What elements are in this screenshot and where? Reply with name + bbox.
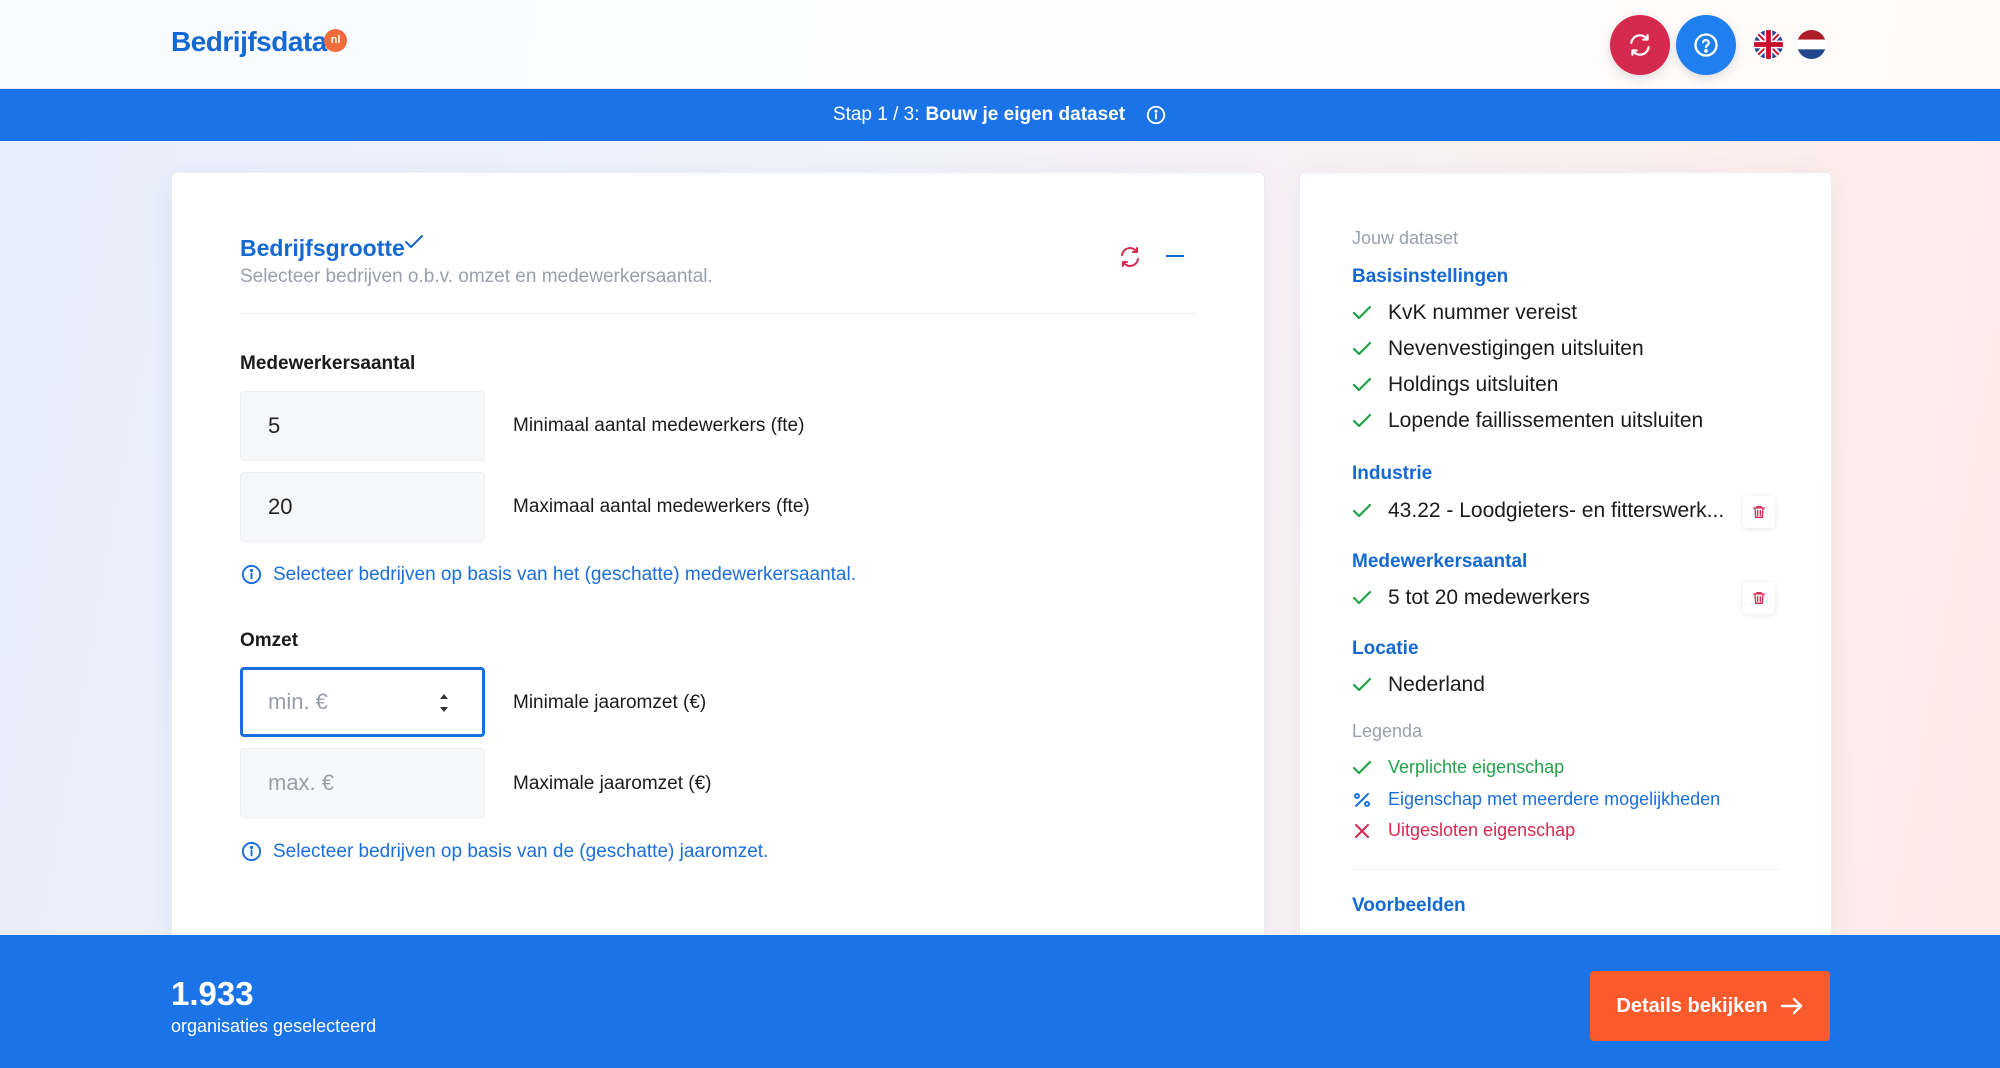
info-icon[interactable] [1145,104,1167,126]
section-subtitle: Selecteer bedrijven o.b.v. omzet en mede… [240,266,713,287]
min-revenue-label: Minimale jaaromzet (€) [513,692,707,713]
close-icon [1355,823,1369,838]
basis-item: Lopende faillissementen uitsluiten [1352,409,1703,433]
revenue-label: Omzet [240,630,299,651]
location-item: Nederland [1352,673,1485,697]
industry-item: 43.22 - Loodgieters- en fitterswerk... [1352,499,1724,523]
legend-excluded: Uitgesloten eigenschap [1352,820,1575,841]
dataset-summary-card: Jouw dataset Basisinstellingen KvK numme… [1299,172,1832,952]
flag-en-icon[interactable] [1754,30,1783,59]
check-icon [405,235,423,248]
max-revenue-input[interactable] [240,748,485,818]
info-icon [241,564,262,585]
section-reset-icon[interactable] [1118,245,1142,269]
trash-icon [1753,506,1765,518]
view-details-label: Details bekijken [1616,994,1768,1017]
check-icon [1352,677,1372,692]
employees-heading: Medewerkersaantal [1352,551,1528,572]
collapse-icon[interactable] [1166,255,1184,257]
refresh-icon [1630,34,1650,56]
selected-count-label: organisaties geselecteerd [171,1016,377,1036]
step-prefix: Stap 1 / 3: [832,104,920,125]
check-icon [1352,590,1372,605]
industry-heading: Industrie [1352,463,1433,484]
company-size-card: Bedrijfsgrootte Selecteer bedrijven o.b.… [171,172,1265,952]
section-title: Bedrijfsgrootte [240,235,405,261]
check-icon [1352,413,1372,428]
min-employees-label: Minimaal aantal medewerkers (fte) [513,415,805,436]
basis-heading: Basisinstellingen [1352,266,1509,287]
basis-item: KvK nummer vereist [1352,301,1577,325]
step-title: Bouw je eigen dataset [925,104,1126,125]
check-icon [1352,341,1372,356]
employees-hint: Selecteer bedrijven op basis van het (ge… [240,563,856,586]
legend-multiple: Eigenschap met meerdere mogelijkheden [1352,789,1720,810]
top-header: Bedrijfsdata nl [0,0,2000,89]
percent-icon [1354,792,1370,807]
examples-heading: Voorbeelden [1352,895,1466,916]
max-employees-label: Maximaal aantal medewerkers (fte) [513,496,810,517]
employees-item: 5 tot 20 medewerkers [1352,586,1590,610]
check-icon [1352,305,1372,320]
help-circle-icon [1694,33,1718,57]
employees-label: Medewerkersaantal [240,353,416,374]
location-heading: Locatie [1352,638,1419,659]
help-button[interactable] [1676,15,1736,75]
employees-hint-text: Selecteer bedrijven op basis van het (ge… [273,563,856,585]
summary-title: Jouw dataset [1352,228,1459,248]
check-icon [1352,503,1372,518]
max-revenue-label: Maximale jaaromzet (€) [513,773,712,794]
bottom-bar: 1.933 organisaties geselecteerd Details … [0,935,2000,1068]
flag-nl-icon[interactable] [1797,30,1826,59]
max-employees-input[interactable] [240,472,485,542]
logo[interactable]: Bedrijfsdata [171,26,327,58]
revenue-hint-text: Selecteer bedrijven op basis van de (ges… [273,840,769,862]
divider [1352,869,1778,870]
logo-badge: nl [324,29,347,52]
delete-industry-button[interactable] [1743,496,1775,528]
reset-button[interactable] [1610,15,1670,75]
view-details-button[interactable]: Details bekijken [1590,971,1830,1041]
check-icon [1352,377,1372,392]
arrow-right-icon [1780,997,1802,1015]
number-spinner-icon[interactable] [437,689,451,717]
divider [240,313,1198,314]
trash-icon [1753,592,1765,604]
min-employees-input[interactable] [240,391,485,461]
info-icon [241,841,262,862]
delete-employees-button[interactable] [1743,582,1775,614]
legend-heading: Legenda [1352,721,1423,741]
step-banner: Stap 1 / 3: Bouw je eigen dataset [0,89,2000,141]
basis-item: Nevenvestigingen uitsluiten [1352,337,1644,361]
basis-item: Holdings uitsluiten [1352,373,1558,397]
revenue-hint: Selecteer bedrijven op basis van de (ges… [240,840,768,863]
legend-required: Verplichte eigenschap [1352,757,1564,778]
check-icon [1352,760,1372,774]
selected-count: 1.933 [171,975,254,1012]
